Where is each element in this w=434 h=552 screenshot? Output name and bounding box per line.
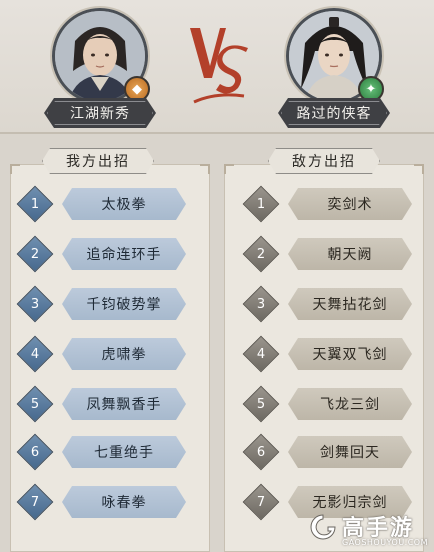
move-number: 7 — [30, 494, 40, 510]
our-move-label: 太极拳 — [62, 188, 186, 220]
our-move-label: 七重绝手 — [62, 436, 186, 468]
enemy-move-label: 剑舞回天 — [288, 436, 412, 468]
our-move-row[interactable]: 4 虎啸拳 — [16, 335, 192, 373]
enemy-move-row[interactable]: 4 天翼双飞剑 — [242, 335, 418, 373]
our-move-row[interactable]: 7 咏春拳 — [16, 483, 192, 521]
gaoshouyou-logo-icon — [310, 514, 336, 540]
enemy-move-row[interactable]: 2 朝天阙 — [242, 235, 418, 273]
enemy-move-label: 天翼双飞剑 — [288, 338, 412, 370]
enemy-move-row[interactable]: 3 天舞拈花剑 — [242, 285, 418, 323]
our-move-label: 凤舞飘香手 — [62, 388, 186, 420]
our-move-row[interactable]: 3 千钧破势掌 — [16, 285, 192, 323]
panel-corner-ornament — [414, 164, 424, 174]
our-move-row[interactable]: 1 太极拳 — [16, 185, 192, 223]
our-move-label: 千钧破势掌 — [62, 288, 186, 320]
our-move-label: 咏春拳 — [62, 486, 186, 518]
move-number: 4 — [256, 346, 266, 362]
opponent-card[interactable]: ✦ 路过的侠客 — [278, 8, 390, 128]
opponent-name: 路过的侠客 — [296, 106, 372, 122]
versus-icon — [186, 22, 252, 108]
our-move-row[interactable]: 6 七重绝手 — [16, 433, 192, 471]
our-move-row[interactable]: 2 追命连环手 — [16, 235, 192, 273]
opponent-nameplate: 路过的侠客 — [278, 98, 390, 128]
player-card[interactable]: ◆ 江湖新秀 — [44, 8, 156, 128]
our-move-label: 虎啸拳 — [62, 338, 186, 370]
move-number: 6 — [256, 444, 266, 460]
panel-corner-ornament — [224, 164, 234, 174]
move-number: 6 — [30, 444, 40, 460]
enemy-move-row[interactable]: 1 奕剑术 — [242, 185, 418, 223]
enemy-moves-header: 敌方出招 — [268, 148, 380, 174]
enemy-move-row[interactable]: 5 飞龙三剑 — [242, 385, 418, 423]
panel-corner-ornament — [200, 164, 210, 174]
move-number: 1 — [30, 196, 40, 212]
enemy-move-label: 天舞拈花剑 — [288, 288, 412, 320]
enemy-move-label: 飞龙三剑 — [288, 388, 412, 420]
move-number: 5 — [256, 396, 266, 412]
move-number: 1 — [256, 196, 266, 212]
move-number: 3 — [30, 296, 40, 312]
move-number: 3 — [256, 296, 266, 312]
move-number: 5 — [30, 396, 40, 412]
watermark: 高手游 GAOSHOUYOU.COM — [308, 508, 434, 552]
our-moves-header: 我方出招 — [42, 148, 154, 174]
enemy-move-label: 朝天阙 — [288, 238, 412, 270]
move-number: 4 — [30, 346, 40, 362]
move-number: 2 — [256, 246, 266, 262]
panel-corner-ornament — [10, 164, 20, 174]
our-move-label: 追命连环手 — [62, 238, 186, 270]
enemy-move-label: 奕剑术 — [288, 188, 412, 220]
our-move-row[interactable]: 5 凤舞飘香手 — [16, 385, 192, 423]
move-number: 7 — [256, 494, 266, 510]
move-number: 2 — [30, 246, 40, 262]
watermark-url: GAOSHOUYOU.COM — [342, 538, 429, 547]
enemy-move-row[interactable]: 6 剑舞回天 — [242, 433, 418, 471]
player-nameplate: 江湖新秀 — [44, 98, 156, 128]
player-name: 江湖新秀 — [70, 106, 130, 122]
header-divider — [0, 132, 434, 134]
